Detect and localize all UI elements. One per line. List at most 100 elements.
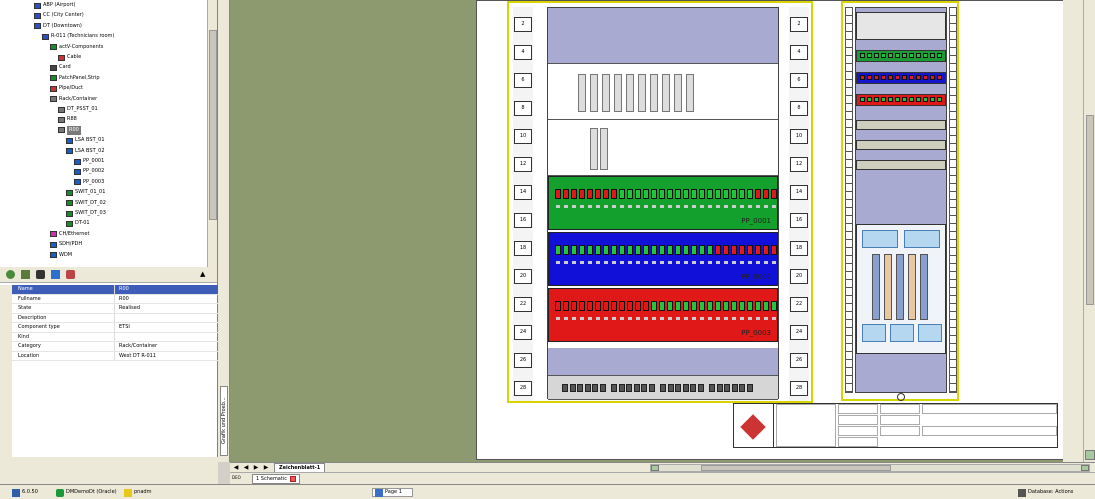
patch-port[interactable] — [659, 189, 665, 199]
patch-port[interactable] — [571, 245, 577, 255]
rack-r88[interactable] — [841, 1, 959, 401]
card-slot[interactable] — [600, 128, 608, 170]
patch-port[interactable] — [571, 189, 577, 199]
tree-item[interactable]: PP_0001 — [74, 157, 104, 166]
tree-vertical-scrollbar[interactable] — [207, 0, 217, 267]
rack2-port[interactable] — [874, 75, 879, 80]
patch-port[interactable] — [659, 301, 665, 311]
rack2-port[interactable] — [916, 97, 921, 102]
patch-port[interactable] — [723, 301, 729, 311]
switch-port[interactable] — [746, 384, 753, 392]
patch-port[interactable] — [771, 189, 777, 199]
patch-port[interactable] — [715, 189, 721, 199]
rack2-port[interactable] — [867, 75, 872, 80]
patch-port[interactable] — [715, 245, 721, 255]
patch-port[interactable] — [563, 301, 569, 311]
switch-port[interactable] — [731, 384, 738, 392]
patch-port[interactable] — [587, 301, 593, 311]
rack2-port[interactable] — [881, 75, 886, 80]
patch-port[interactable] — [739, 245, 745, 255]
patch-port[interactable] — [595, 301, 601, 311]
patch-port[interactable] — [755, 189, 761, 199]
patch-port[interactable] — [675, 245, 681, 255]
grid-icon[interactable] — [21, 270, 30, 279]
switch-port[interactable] — [577, 384, 583, 392]
tree-item[interactable]: PP_0003 — [74, 178, 104, 187]
last-sheet-button[interactable]: ▶ — [262, 464, 270, 472]
patch-port[interactable] — [723, 189, 729, 199]
card-slot[interactable] — [650, 74, 658, 112]
tree-item[interactable]: PatchPanel,Strip — [50, 74, 100, 83]
tree-item[interactable]: WDM — [50, 251, 72, 260]
tree-item[interactable]: Card — [50, 63, 71, 72]
tree-item[interactable]: SDH/PDH — [50, 240, 82, 249]
tree-item[interactable]: LSA BST_02 — [66, 147, 105, 156]
prev-sheet-button[interactable]: ◀ — [242, 464, 250, 472]
rack2-module[interactable] — [918, 324, 942, 342]
canvas-horizontal-scrollbar[interactable] — [650, 464, 1090, 472]
property-value[interactable]: R00 — [114, 285, 218, 294]
patch-port[interactable] — [619, 245, 625, 255]
component-tree[interactable]: ABP (Airport) CC (City Center) DT (Downtow… — [0, 0, 218, 267]
property-row[interactable]: Fullname R00 — [12, 294, 218, 304]
patch-port[interactable] — [739, 189, 745, 199]
patch-port[interactable] — [691, 245, 697, 255]
patch-port[interactable] — [595, 189, 601, 199]
patch-port[interactable] — [771, 301, 777, 311]
tree-item[interactable]: SWIT_01_01 — [66, 188, 105, 197]
patch-port[interactable] — [587, 189, 593, 199]
patch-port[interactable] — [667, 245, 673, 255]
property-value[interactable] — [114, 332, 218, 341]
sort-icon[interactable] — [51, 270, 60, 279]
patch-port[interactable] — [675, 301, 681, 311]
rack2-card[interactable] — [884, 254, 892, 320]
patch-port[interactable] — [627, 189, 633, 199]
tree-item[interactable]: Pipe/Duct — [50, 84, 83, 93]
patch-port[interactable] — [611, 245, 617, 255]
patch-port[interactable] — [699, 245, 705, 255]
patch-port[interactable] — [731, 245, 737, 255]
switch-port[interactable] — [682, 384, 689, 392]
property-value[interactable]: Realised — [114, 304, 218, 313]
rack2-module[interactable] — [904, 230, 940, 248]
drawing-canvas[interactable]: 2 4 6 8 10 12 14 16 18 20 22 24 26 28 2 4 6 8 10 12 14 16 18 2… — [230, 0, 1083, 462]
patch-port[interactable] — [651, 245, 657, 255]
patch-port[interactable] — [579, 301, 585, 311]
rack2-port[interactable] — [909, 97, 914, 102]
tree-item[interactable]: DT (Downtown) — [34, 22, 82, 31]
patch-port[interactable] — [587, 245, 593, 255]
rack2-card[interactable] — [896, 254, 904, 320]
patch-panel[interactable]: PP_0002 — [548, 232, 778, 286]
rack2-port[interactable] — [888, 53, 893, 58]
patch-port[interactable] — [691, 301, 697, 311]
patch-port[interactable] — [707, 245, 713, 255]
rack2-port[interactable] — [867, 53, 872, 58]
category-icon[interactable] — [6, 270, 15, 279]
tree-item[interactable]: SWIT_DT_03 — [66, 209, 106, 218]
patch-port[interactable] — [747, 245, 753, 255]
tree-item[interactable]: R-011 (Technicians room) — [42, 32, 114, 41]
patch-port[interactable] — [683, 189, 689, 199]
patch-port[interactable] — [619, 189, 625, 199]
patch-port[interactable] — [683, 245, 689, 255]
patch-port[interactable] — [763, 245, 769, 255]
patch-port[interactable] — [755, 301, 761, 311]
tree-item[interactable]: R88 — [58, 115, 77, 124]
property-row[interactable]: Description — [12, 313, 218, 323]
scroll-down-button[interactable] — [1085, 450, 1095, 460]
card-slot[interactable] — [614, 74, 622, 112]
rack2-port[interactable] — [909, 75, 914, 80]
property-row[interactable]: Location West DT R-011 — [12, 351, 218, 361]
close-icon[interactable] — [289, 476, 296, 482]
switch-port[interactable] — [667, 384, 674, 392]
patch-port[interactable] — [627, 245, 633, 255]
patch-port[interactable] — [643, 301, 649, 311]
rack2-port[interactable] — [937, 75, 942, 80]
settings-icon[interactable] — [66, 270, 75, 279]
rack2-port[interactable] — [902, 97, 907, 102]
patch-port[interactable] — [635, 301, 641, 311]
scroll-left-button[interactable] — [651, 465, 659, 471]
card-slot[interactable] — [590, 128, 598, 170]
patch-port[interactable] — [635, 189, 641, 199]
property-row[interactable]: Name R00 — [12, 285, 218, 295]
